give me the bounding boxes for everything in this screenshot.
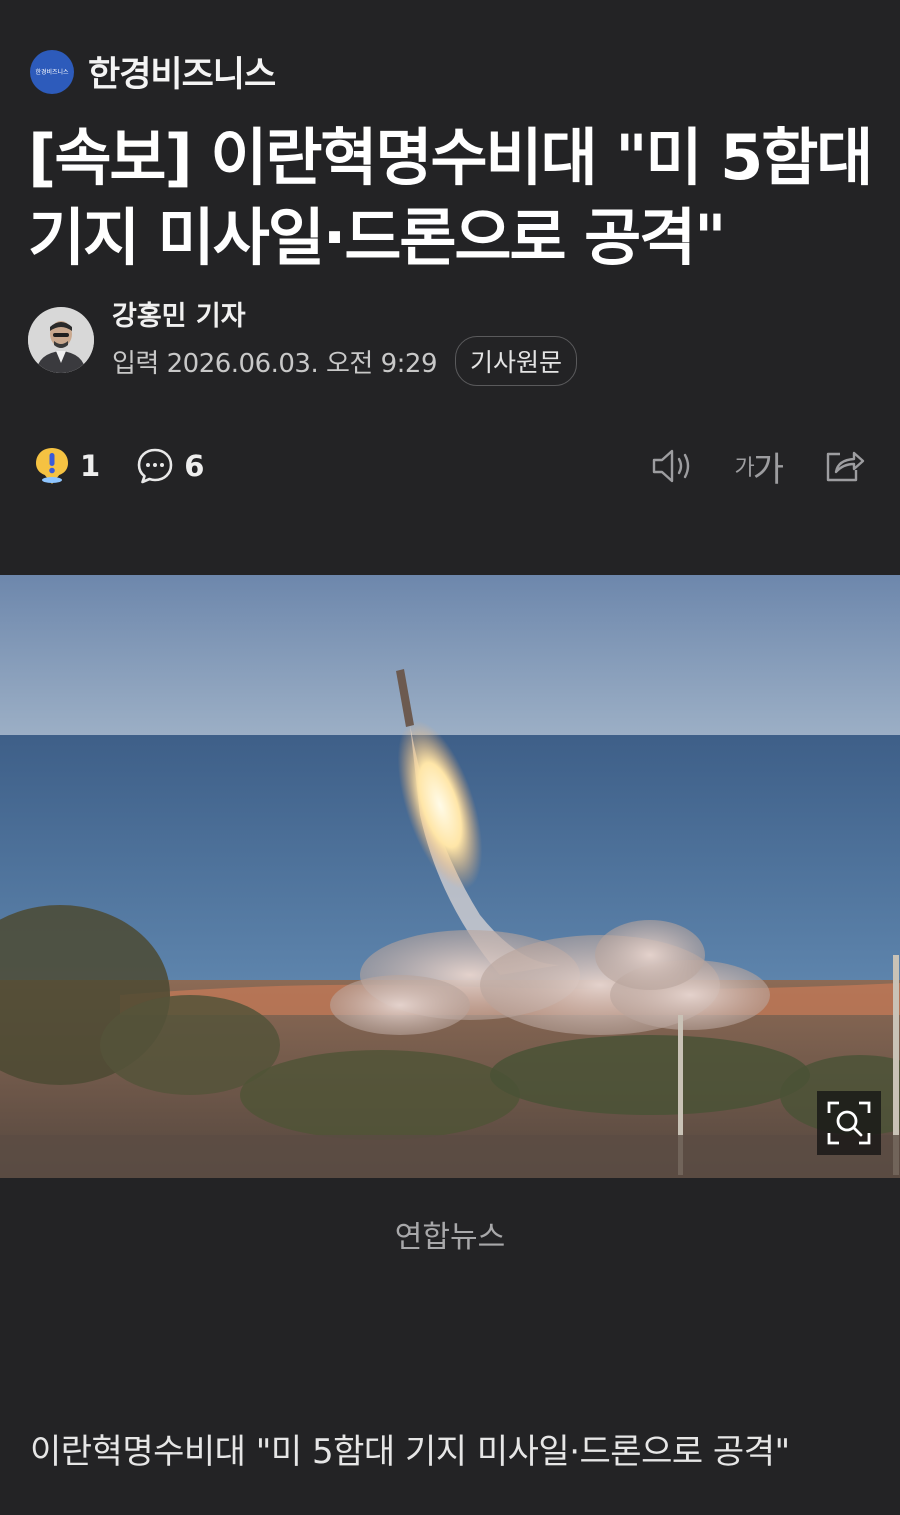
exclamation-reaction-icon [36,448,68,484]
missile-launch-photo [0,575,900,1178]
share-button[interactable] [822,446,866,486]
text-to-speech-button[interactable] [650,446,694,486]
reaction-button[interactable]: 1 [34,446,100,486]
article-action-bar: 1 6 가가 [34,442,866,490]
publisher-header[interactable]: 한경비즈니스 한경비즈니스 [30,46,276,97]
comment-icon [137,448,173,484]
input-timestamp: 입력 2026.06.03. 오전 9:29 [112,348,438,379]
zoom-image-button[interactable] [817,1091,881,1155]
reporter-avatar[interactable] [28,307,94,373]
photo-credit: 연합뉴스 [394,1220,506,1255]
reporter-info: 강홍민 기자 입력 2026.06.03. 오전 9:29 기사원문 [28,294,578,386]
article-page: 한경비즈니스 한경비즈니스 [속보] 이란혁명수비대 "미 5함대 기지 미사일… [0,0,900,1515]
article-photo[interactable] [0,575,900,1178]
zoom-search-icon [827,1101,871,1145]
publisher-logo[interactable]: 한경비즈니스 [30,49,74,94]
reaction-count: 1 [80,449,101,483]
font-size-small-label: 가 [734,456,754,481]
photo-caption: 이란혁명수비대 "미 5함대 기지 미사일·드론으로 공격" [30,1432,790,1472]
font-size-large-label: 가 [752,449,784,490]
comment-count: 6 [184,449,205,483]
font-size-button[interactable]: 가가 [734,442,784,491]
article-headline: [속보] 이란혁명수비대 "미 5함대 기지 미사일·드론으로 공격" [28,121,873,274]
share-icon [826,451,865,482]
original-article-button[interactable]: 기사원문 [455,336,578,386]
publisher-name[interactable]: 한경비즈니스 [88,46,276,97]
reporter-avatar-image [28,307,94,373]
reporter-name[interactable]: 강홍민 기자 [112,294,577,332]
comment-button[interactable]: 6 [136,447,204,485]
speaker-icon [653,449,690,483]
